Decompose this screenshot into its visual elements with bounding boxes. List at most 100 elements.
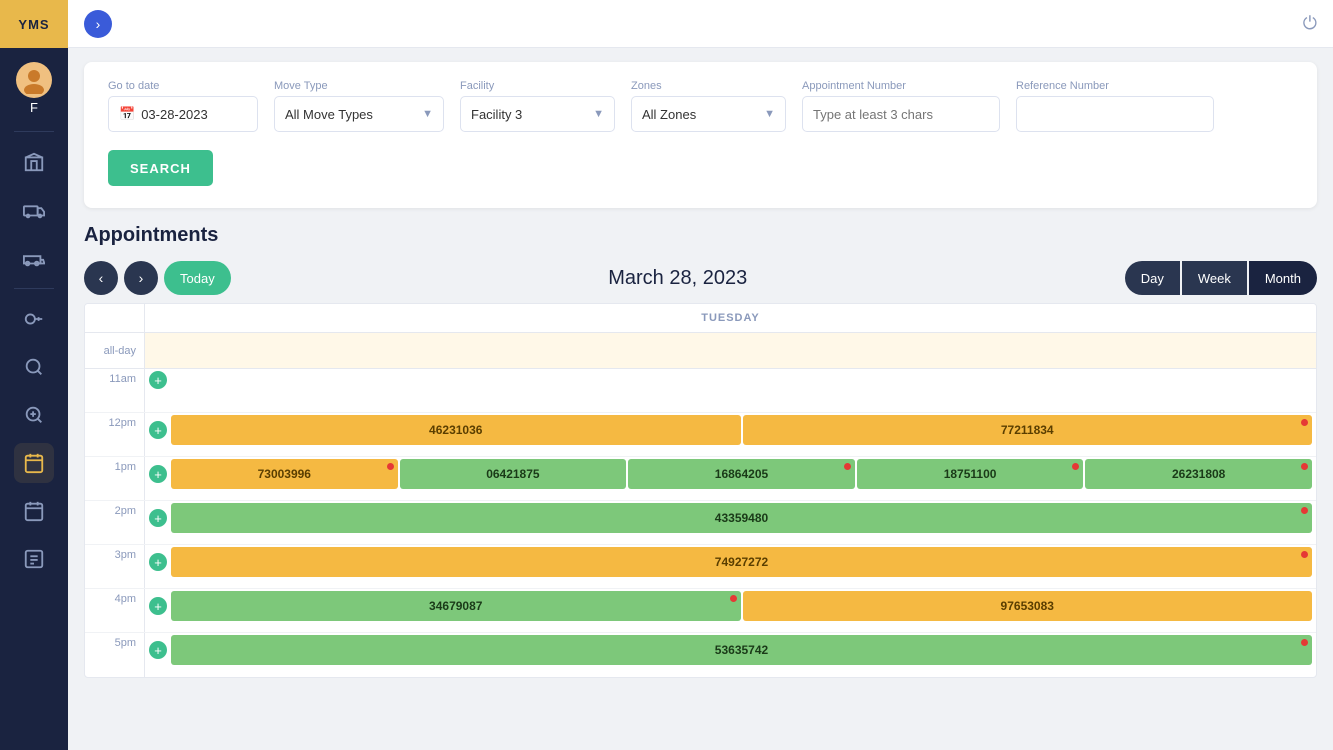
time-label-11am: 11am [85, 369, 145, 412]
event-43359480[interactable]: 43359480 [171, 503, 1312, 533]
search-row: Go to date 📅 03-28-2023 Move Type All Mo… [108, 80, 1293, 132]
next-button[interactable]: › [124, 261, 158, 295]
move-type-arrow: ▼ [422, 108, 433, 120]
time-row-1pm: 1pm + 73003996 06421875 16864205 1875110… [85, 457, 1316, 501]
add-event-1pm[interactable]: + [149, 465, 167, 483]
move-type-select[interactable]: All Move Types ▼ [274, 96, 444, 132]
event-46231036[interactable]: 46231036 [171, 415, 741, 445]
allday-cell [145, 333, 1316, 368]
calendar-icon[interactable] [14, 443, 54, 483]
events-cell-4pm: + 34679087 97653083 [145, 589, 1316, 632]
event-16864205[interactable]: 16864205 [628, 459, 855, 489]
events-1pm: 73003996 06421875 16864205 18751100 2623… [171, 459, 1312, 489]
calendar-nav: ‹ › Today [84, 261, 231, 295]
time-row-5pm: 5pm + 53635742 [85, 633, 1316, 677]
zones-select[interactable]: All Zones ▼ [631, 96, 786, 132]
topbar: › ⏻ [68, 0, 1333, 48]
events-3pm: 74927272 [171, 547, 1312, 577]
avatar [16, 62, 52, 98]
add-event-2pm[interactable]: + [149, 509, 167, 527]
prev-button[interactable]: ‹ [84, 261, 118, 295]
time-label-12pm: 12pm [85, 413, 145, 456]
truck2-icon[interactable] [14, 238, 54, 278]
view-buttons: Day Week Month [1125, 261, 1317, 295]
ref-number-input[interactable] [1016, 96, 1214, 132]
events-cell-2pm: + 43359480 [145, 501, 1316, 544]
search-panel: Go to date 📅 03-28-2023 Move Type All Mo… [84, 62, 1317, 208]
facility-arrow: ▼ [593, 108, 604, 120]
time-row-2pm: 2pm + 43359480 [85, 501, 1316, 545]
time-row-12pm: 12pm + 46231036 77211834 [85, 413, 1316, 457]
event-dot [1301, 463, 1308, 470]
time-label-1pm: 1pm [85, 457, 145, 500]
go-to-date-group: Go to date 📅 03-28-2023 [108, 80, 258, 132]
event-dot [1301, 507, 1308, 514]
ref-number-label: Reference Number [1016, 80, 1214, 92]
event-18751100[interactable]: 18751100 [857, 459, 1084, 489]
truck-icon[interactable] [14, 190, 54, 230]
event-06421875[interactable]: 06421875 [400, 459, 627, 489]
event-74927272[interactable]: 74927272 [171, 547, 1312, 577]
search1-icon[interactable] [14, 347, 54, 387]
appt-number-group: Appointment Number [802, 80, 1000, 132]
move-type-value: All Move Types [285, 107, 373, 122]
facility-group: Facility Facility 3 ▼ [460, 80, 615, 132]
event-53635742[interactable]: 53635742 [171, 635, 1312, 665]
power-button[interactable]: ⏻ [1303, 13, 1317, 34]
move-type-group: Move Type All Move Types ▼ [274, 80, 444, 132]
list-icon[interactable] [14, 539, 54, 579]
add-event-11am[interactable]: + [149, 371, 167, 389]
expand-button[interactable]: › [84, 10, 112, 38]
event-97653083[interactable]: 97653083 [743, 591, 1313, 621]
events-cell-5pm: + 53635742 [145, 633, 1316, 677]
event-77211834[interactable]: 77211834 [743, 415, 1313, 445]
search-button[interactable]: SEARCH [108, 150, 213, 186]
add-event-3pm[interactable]: + [149, 553, 167, 571]
go-to-date-label: Go to date [108, 80, 258, 92]
calendar2-icon[interactable] [14, 491, 54, 531]
calendar-date-title: March 28, 2023 [608, 267, 747, 290]
events-4pm: 34679087 97653083 [171, 591, 1312, 621]
add-event-5pm[interactable]: + [149, 641, 167, 659]
event-dot [1072, 463, 1079, 470]
header-day-label: TUESDAY [145, 304, 1316, 332]
appt-number-input[interactable] [802, 96, 1000, 132]
event-dot [1301, 639, 1308, 646]
events-cell-12pm: + 46231036 77211834 [145, 413, 1316, 456]
time-row-4pm: 4pm + 34679087 97653083 [85, 589, 1316, 633]
event-dot [844, 463, 851, 470]
allday-label: all-day [85, 333, 145, 368]
appt-number-label: Appointment Number [802, 80, 1000, 92]
appointments-title: Appointments [84, 224, 1317, 247]
time-label-5pm: 5pm [85, 633, 145, 677]
add-event-4pm[interactable]: + [149, 597, 167, 615]
events-cell-1pm: + 73003996 06421875 16864205 18751100 26… [145, 457, 1316, 500]
event-73003996[interactable]: 73003996 [171, 459, 398, 489]
go-to-date-input[interactable]: 📅 03-28-2023 [108, 96, 258, 132]
building-icon[interactable] [14, 142, 54, 182]
zones-label: Zones [631, 80, 786, 92]
zones-value: All Zones [642, 107, 696, 122]
appointments-section: Appointments ‹ › Today March 28, 2023 Da… [68, 218, 1333, 750]
logo: YMS [0, 0, 68, 48]
month-view-button[interactable]: Month [1249, 261, 1317, 295]
week-view-button[interactable]: Week [1182, 261, 1247, 295]
today-button[interactable]: Today [164, 261, 231, 295]
zones-group: Zones All Zones ▼ [631, 80, 786, 132]
calendar-header: TUESDAY [85, 304, 1316, 333]
day-view-button[interactable]: Day [1125, 261, 1180, 295]
calendar-small-icon: 📅 [119, 106, 135, 122]
move-type-label: Move Type [274, 80, 444, 92]
calendar-controls: ‹ › Today March 28, 2023 Day Week Month [84, 261, 1317, 295]
key-icon[interactable] [14, 299, 54, 339]
search2-icon[interactable] [14, 395, 54, 435]
facility-select[interactable]: Facility 3 ▼ [460, 96, 615, 132]
time-label-2pm: 2pm [85, 501, 145, 544]
divider2 [14, 288, 54, 289]
main-content: › ⏻ Go to date 📅 03-28-2023 Move Type Al… [68, 0, 1333, 750]
add-event-12pm[interactable]: + [149, 421, 167, 439]
event-34679087[interactable]: 34679087 [171, 591, 741, 621]
event-26231808[interactable]: 26231808 [1085, 459, 1312, 489]
time-row-11am: 11am + [85, 369, 1316, 413]
events-5pm: 53635742 [171, 635, 1312, 665]
